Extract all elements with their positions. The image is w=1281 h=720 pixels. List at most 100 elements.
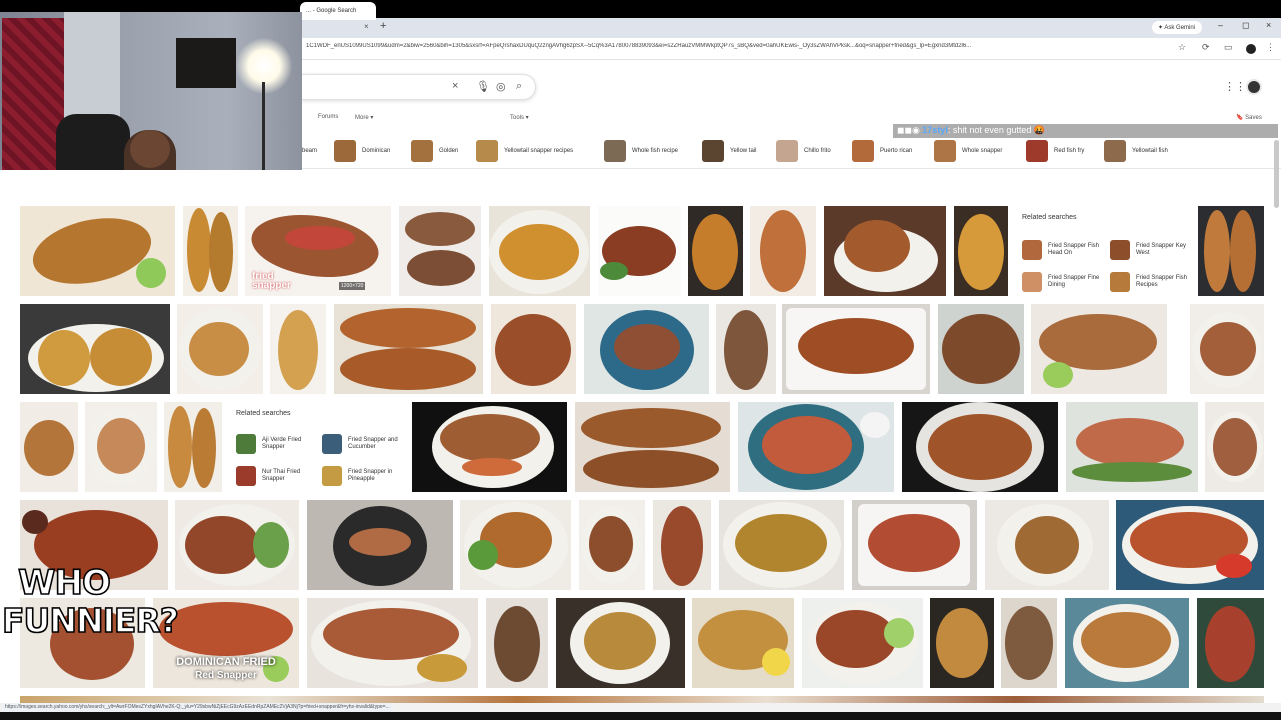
image-result[interactable] [584, 304, 709, 394]
tab-google-search[interactable]: ... - Google Search [300, 2, 376, 20]
lens-search-icon[interactable]: ◎ [496, 80, 506, 93]
minimize-icon[interactable]: – [1218, 20, 1223, 30]
clear-search-icon[interactable]: × [452, 80, 458, 92]
image-result[interactable] [985, 500, 1109, 590]
image-result[interactable] [1190, 304, 1264, 394]
google-account-avatar[interactable] [1246, 79, 1262, 95]
dominican-title: DOMINICAN FRIED [176, 656, 276, 668]
image-result[interactable] [653, 500, 711, 590]
ask-gemini-label: Ask Gemini [1164, 25, 1196, 31]
image-result[interactable] [938, 304, 1024, 394]
image-result[interactable] [598, 206, 681, 296]
image-result[interactable] [579, 500, 645, 590]
dominican-fried-caption: DOMINICAN FRIED Red Snapper [160, 656, 292, 682]
image-result[interactable] [307, 598, 478, 688]
image-result[interactable] [954, 206, 1008, 296]
image-result[interactable] [1065, 598, 1189, 688]
chip-thumb [934, 140, 956, 162]
saves-link[interactable]: 🔖 Saves [1236, 114, 1262, 121]
greens-shape [1072, 462, 1192, 482]
browser-menu-icon[interactable]: ⋮ [1266, 42, 1275, 53]
image-result[interactable] [20, 304, 170, 394]
image-result[interactable] [412, 402, 567, 492]
fish-shape [1200, 322, 1256, 376]
image-result[interactable] [20, 402, 78, 492]
nav-forums[interactable]: Forums [318, 114, 338, 120]
bookmark-star-icon[interactable]: ☆ [1178, 42, 1186, 53]
fish-shape [405, 212, 475, 246]
image-result[interactable] [489, 206, 590, 296]
image-result[interactable] [692, 598, 794, 688]
image-result[interactable] [1198, 206, 1264, 296]
webcam-streamer-head [130, 130, 170, 168]
image-result[interactable] [750, 206, 816, 296]
image-result[interactable] [782, 304, 930, 394]
chip-thumb [604, 140, 626, 162]
chip-label: Chillo frito [804, 148, 831, 154]
image-result[interactable] [1205, 402, 1264, 492]
image-result[interactable] [270, 304, 326, 394]
close-window-icon[interactable]: × [1266, 20, 1271, 30]
tab-close-icon[interactable]: × [364, 22, 369, 31]
new-tab-icon[interactable]: + [380, 20, 386, 32]
image-result[interactable] [486, 598, 548, 688]
image-result[interactable] [852, 500, 977, 590]
chip-thumb [334, 140, 356, 162]
image-result[interactable] [1197, 598, 1264, 688]
related-thumb [322, 434, 342, 454]
image-result[interactable] [175, 500, 299, 590]
image-result[interactable] [334, 304, 483, 394]
lemon-shape [762, 648, 790, 676]
image-result[interactable] [902, 402, 1058, 492]
sidepanel-icon[interactable]: ▭ [1224, 42, 1233, 53]
image-result[interactable] [1066, 402, 1198, 492]
image-result[interactable] [399, 206, 481, 296]
image-result[interactable] [20, 206, 175, 296]
image-result[interactable] [716, 304, 776, 394]
image-result[interactable] [1116, 500, 1264, 590]
image-result[interactable] [1031, 304, 1167, 394]
fish-shape [844, 220, 910, 272]
page-scrollbar[interactable] [1274, 140, 1279, 208]
image-result[interactable] [1001, 598, 1057, 688]
image-result[interactable] [556, 598, 685, 688]
image-result[interactable] [164, 402, 222, 492]
fish-shape [868, 514, 960, 572]
fish-shape [661, 506, 703, 586]
image-result[interactable] [307, 500, 453, 590]
related-searches-card: Related searches Aji Verde Fried Snapper… [230, 402, 406, 492]
fish-shape [1230, 210, 1256, 292]
image-result[interactable] [802, 598, 923, 688]
maximize-icon[interactable]: ◻ [1242, 20, 1249, 31]
image-result[interactable] [930, 598, 994, 688]
url-field[interactable]: 1C1WDF_enUS1099US1099&udm=2&biw=2560&bih… [306, 43, 1172, 54]
image-result[interactable] [85, 402, 157, 492]
fish-shape [340, 308, 476, 348]
extensions-icon[interactable]: ⟳ [1202, 42, 1210, 53]
chip-thumb [476, 140, 498, 162]
fish-shape [494, 606, 540, 682]
fish-shape [90, 328, 152, 386]
voice-search-icon[interactable]: 🎙 [476, 80, 490, 93]
image-result[interactable] [738, 402, 894, 492]
image-result[interactable] [719, 500, 844, 590]
search-icon[interactable]: ⌕ [516, 80, 522, 93]
browser-profile-icon[interactable] [1246, 44, 1256, 54]
fish-shape [936, 608, 988, 678]
fish-shape [760, 210, 806, 292]
chip-label: Puerto rican [880, 148, 913, 154]
fish-shape [1081, 612, 1171, 668]
image-result[interactable] [460, 500, 571, 590]
image-result[interactable] [183, 206, 238, 296]
nav-tools[interactable]: Tools ▾ [510, 114, 529, 121]
image-result[interactable] [491, 304, 576, 394]
image-result[interactable] [824, 206, 946, 296]
image-result[interactable] [688, 206, 743, 296]
fish-shape [583, 450, 719, 488]
image-result[interactable] [575, 402, 730, 492]
fish-shape [762, 416, 852, 474]
funnier-overlay-text: FUNNIER? [1, 601, 180, 640]
image-result[interactable] [177, 304, 263, 394]
nav-more[interactable]: More ▾ [355, 114, 373, 121]
ask-gemini-button[interactable]: ✦ Ask Gemini [1152, 21, 1202, 34]
